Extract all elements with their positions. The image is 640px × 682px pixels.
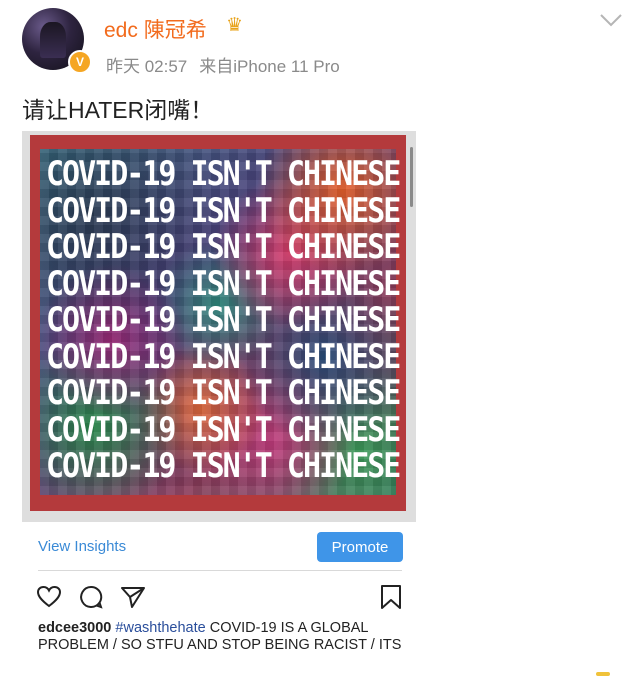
poster-line: COVID-19 ISN'T CHINESE bbox=[46, 410, 401, 450]
promote-button[interactable]: Promote bbox=[317, 532, 403, 562]
post-text: 请让HATER闭嘴！ bbox=[22, 97, 214, 123]
crown-icon: ♛ bbox=[226, 15, 244, 36]
verified-badge: V bbox=[68, 50, 92, 74]
bookmark-icon[interactable] bbox=[378, 584, 404, 610]
poster-line: COVID-19 ISN'T CHINESE bbox=[46, 191, 401, 231]
post-source: 来自iPhone 11 Pro bbox=[199, 57, 340, 76]
caption-username[interactable]: edcee3000 bbox=[38, 620, 111, 636]
instagram-screenshot[interactable]: COVID-19 ISN'T CHINESE COVID-19 ISN'T CHI… bbox=[22, 131, 416, 522]
poster-line: COVID-19 ISN'T CHINESE bbox=[46, 264, 401, 304]
poster-image: COVID-19 ISN'T CHINESE COVID-19 ISN'T CHI… bbox=[30, 135, 406, 511]
watermark-dot bbox=[596, 672, 610, 676]
poster-text: COVID-19 ISN'T CHINESE COVID-19 ISN'T CHI… bbox=[46, 154, 401, 487]
scrollbar[interactable] bbox=[410, 147, 413, 207]
view-insights-link[interactable]: View Insights bbox=[38, 538, 126, 555]
comment-icon[interactable] bbox=[78, 584, 104, 610]
poster-line: COVID-19 ISN'T CHINESE bbox=[46, 373, 401, 414]
chevron-down-icon[interactable] bbox=[598, 8, 624, 32]
poster-line: COVID-19 ISN'T CHINESE bbox=[46, 446, 401, 487]
poster-line: COVID-19 ISN'T CHINESE bbox=[46, 154, 401, 195]
heart-icon[interactable] bbox=[36, 584, 62, 610]
username[interactable]: edc 陳冠希 bbox=[104, 14, 207, 44]
timestamp: 昨天 02:57 bbox=[106, 57, 188, 76]
caption-hashtag[interactable]: #washthehate bbox=[115, 620, 205, 636]
poster-line: COVID-19 ISN'T CHINESE bbox=[46, 337, 401, 377]
send-icon[interactable] bbox=[120, 584, 146, 610]
divider bbox=[38, 570, 402, 571]
insights-bar: View Insights Promote bbox=[22, 530, 403, 566]
poster-line: COVID-19 ISN'T CHINESE bbox=[46, 227, 401, 268]
crop-mask bbox=[0, 656, 640, 682]
post-meta: 昨天 02:57 来自iPhone 11 Pro bbox=[106, 52, 340, 77]
poster-line: COVID-19 ISN'T CHINESE bbox=[46, 300, 401, 341]
